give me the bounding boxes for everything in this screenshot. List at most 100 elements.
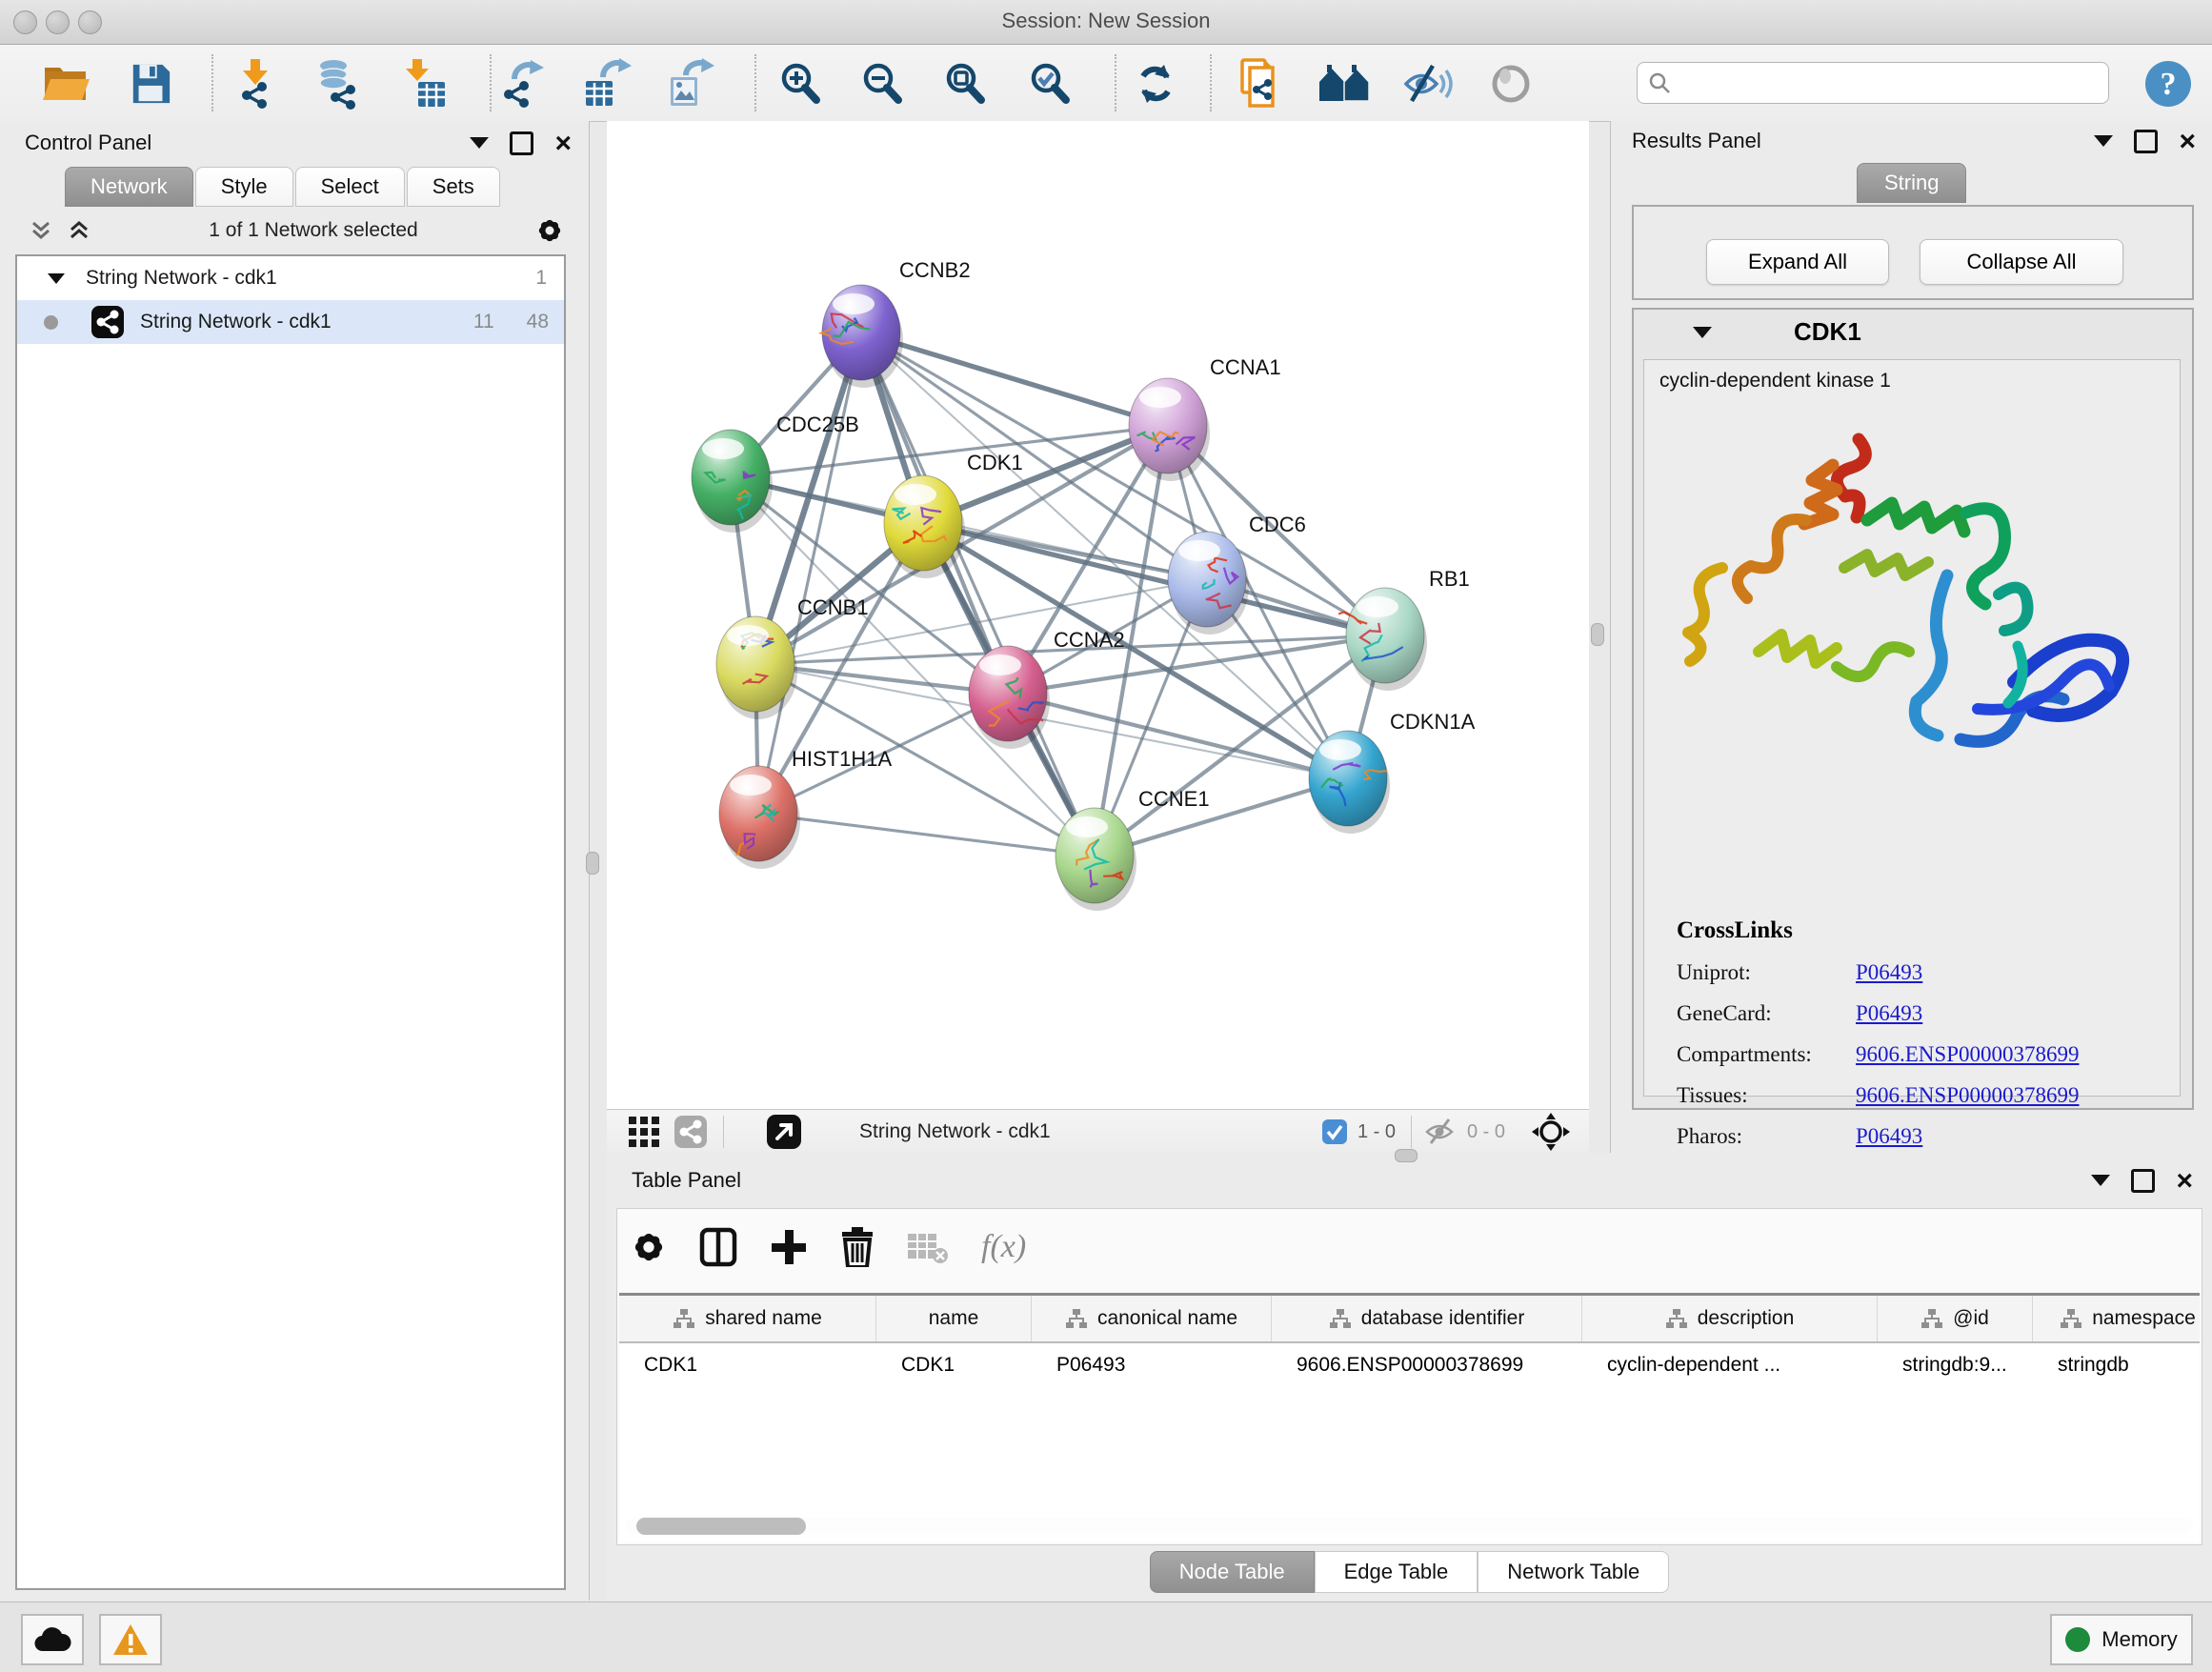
crosslink-pharos[interactable]: P06493	[1856, 1124, 1922, 1149]
zoom-fit-button[interactable]	[936, 56, 994, 111]
network-edge[interactable]	[861, 332, 1095, 856]
table-cell[interactable]: cyclin-dependent ...	[1582, 1354, 1878, 1377]
string-home-button[interactable]	[1316, 56, 1373, 111]
network-node-CDC6[interactable]: CDC6	[1168, 513, 1306, 635]
tab-network-table[interactable]: Network Table	[1478, 1551, 1669, 1593]
export-image-button[interactable]	[661, 56, 718, 111]
scrollbar-thumb[interactable]	[636, 1518, 806, 1535]
show-columns-icon[interactable]	[699, 1227, 737, 1267]
panel-maximize-icon[interactable]	[510, 131, 533, 155]
zoom-in-button[interactable]	[772, 56, 829, 111]
tab-node-table[interactable]: Node Table	[1150, 1551, 1315, 1593]
share-document-button[interactable]	[1231, 56, 1288, 111]
panel-float-icon[interactable]	[470, 137, 489, 149]
left-divider-handle[interactable]	[586, 852, 599, 875]
network-node-CCNB2[interactable]: CCNB2	[821, 258, 971, 388]
grid-view-icon[interactable]	[628, 1116, 660, 1148]
table-cell[interactable]: P06493	[1032, 1354, 1272, 1377]
panel-float-icon[interactable]	[2094, 135, 2113, 147]
open-in-window-icon[interactable]	[766, 1114, 802, 1150]
crosslink-row: Pharos: P06493	[1677, 1124, 2080, 1149]
network-collection-row[interactable]: String Network - cdk1 1	[17, 256, 564, 300]
hide-unhide-button[interactable]	[1399, 56, 1457, 111]
column-header-canonical-name[interactable]: canonical name	[1032, 1296, 1272, 1341]
table-cell[interactable]: 9606.ENSP00000378699	[1272, 1354, 1582, 1377]
panel-close-icon[interactable]: ×	[2176, 1172, 2193, 1190]
table-cell[interactable]: stringdb	[2033, 1354, 2212, 1377]
tab-style[interactable]: Style	[195, 167, 293, 207]
column-header-shared-name[interactable]: shared name	[619, 1296, 876, 1341]
tab-string[interactable]: String	[1857, 163, 1966, 203]
network-row[interactable]: String Network - cdk1 11 48	[17, 300, 564, 344]
column-header-description[interactable]: description	[1582, 1296, 1878, 1341]
column-header-name[interactable]: name	[876, 1296, 1032, 1341]
network-node-RB1[interactable]: RB1	[1338, 567, 1470, 691]
zoom-selected-button[interactable]	[1021, 56, 1078, 111]
column-header--id[interactable]: @id	[1878, 1296, 2033, 1341]
gene-collapse-icon[interactable]	[1693, 327, 1712, 338]
table-cell[interactable]: stringdb:9...	[1878, 1354, 2033, 1377]
open-session-button[interactable]	[38, 56, 95, 111]
panel-maximize-icon[interactable]	[2131, 1169, 2155, 1193]
panel-close-icon[interactable]: ×	[554, 134, 572, 152]
table-row[interactable]: CDK1CDK1P064939606.ENSP00000378699cyclin…	[619, 1343, 2200, 1387]
network-canvas[interactable]: CCNB2CCNA1CDC25BCDK1CDC6RB1CCNB1CCNA2CDK…	[607, 121, 1589, 1109]
network-edge[interactable]	[758, 814, 1095, 856]
network-node-CCNE1[interactable]: CCNE1	[1056, 787, 1210, 911]
collapse-all-icon[interactable]	[29, 218, 53, 243]
delete-table-icon[interactable]	[907, 1230, 949, 1264]
selected-checkbox-icon[interactable]	[1321, 1118, 1348, 1145]
right-divider-handle[interactable]	[1591, 623, 1604, 646]
save-session-button[interactable]	[122, 56, 179, 111]
search-input[interactable]	[1672, 71, 2085, 95]
import-network-database-button[interactable]	[310, 56, 367, 111]
expand-all-icon[interactable]	[67, 218, 91, 243]
zoom-out-button[interactable]	[854, 56, 911, 111]
add-column-icon[interactable]	[770, 1228, 808, 1266]
tab-select[interactable]: Select	[295, 167, 405, 207]
collection-expand-icon[interactable]	[48, 273, 65, 284]
memory-button[interactable]: Memory	[2050, 1614, 2193, 1665]
refresh-button[interactable]	[1127, 56, 1184, 111]
gear-icon[interactable]	[535, 216, 564, 245]
crosslink-tissues[interactable]: 9606.ENSP00000378699	[1856, 1083, 2080, 1108]
import-table-button[interactable]	[394, 56, 452, 111]
crosslink-genecard[interactable]: P06493	[1856, 1001, 1922, 1026]
network-share-view-icon[interactable]	[674, 1115, 708, 1149]
horizontal-scrollbar[interactable]	[625, 1518, 2193, 1535]
table-cell[interactable]: CDK1	[876, 1354, 1032, 1377]
network-graph[interactable]: CCNB2CCNA1CDC25BCDK1CDC6RB1CCNB1CCNA2CDK…	[607, 121, 1589, 1109]
bottom-divider-handle[interactable]	[1395, 1149, 1418, 1162]
crosslink-compartments[interactable]: 9606.ENSP00000378699	[1856, 1042, 2080, 1067]
tab-network[interactable]: Network	[65, 167, 193, 207]
collapse-all-button[interactable]: Collapse All	[1920, 239, 2123, 285]
network-node-CDKN1A[interactable]: CDKN1A	[1309, 710, 1476, 834]
help-button[interactable]: ?	[2140, 56, 2197, 111]
tab-sets[interactable]: Sets	[407, 167, 500, 207]
panel-maximize-icon[interactable]	[2134, 130, 2158, 153]
hidden-eye-icon[interactable]	[1425, 1118, 1458, 1146]
network-edge[interactable]	[758, 332, 861, 814]
column-header-namespace[interactable]: namespace	[2033, 1296, 2212, 1341]
delete-column-icon[interactable]	[840, 1227, 875, 1267]
node-table: shared namenamecanonical namedatabase id…	[619, 1293, 2200, 1542]
panel-float-icon[interactable]	[2091, 1175, 2110, 1186]
network-node-HIST1H1A[interactable]: HIST1H1A	[719, 747, 892, 869]
export-table-button[interactable]	[578, 56, 635, 111]
import-network-file-button[interactable]	[230, 56, 287, 111]
pan-crosshair-icon[interactable]	[1532, 1113, 1570, 1151]
expand-all-button[interactable]: Expand All	[1706, 239, 1889, 285]
cloud-button[interactable]	[21, 1614, 84, 1665]
panel-close-icon[interactable]: ×	[2179, 132, 2196, 151]
tab-edge-table[interactable]: Edge Table	[1315, 1551, 1478, 1593]
export-network-button[interactable]	[494, 56, 552, 111]
column-label: @id	[1953, 1307, 1989, 1330]
preview-button[interactable]	[1482, 56, 1539, 111]
network-edge[interactable]	[861, 332, 1168, 426]
table-settings-gear-icon[interactable]	[631, 1229, 667, 1265]
table-cell[interactable]: CDK1	[619, 1354, 876, 1377]
warnings-button[interactable]	[99, 1614, 162, 1665]
function-builder-icon[interactable]: f(x)	[981, 1229, 1026, 1265]
column-header-database-identifier[interactable]: database identifier	[1272, 1296, 1582, 1341]
crosslink-uniprot[interactable]: P06493	[1856, 960, 1922, 985]
